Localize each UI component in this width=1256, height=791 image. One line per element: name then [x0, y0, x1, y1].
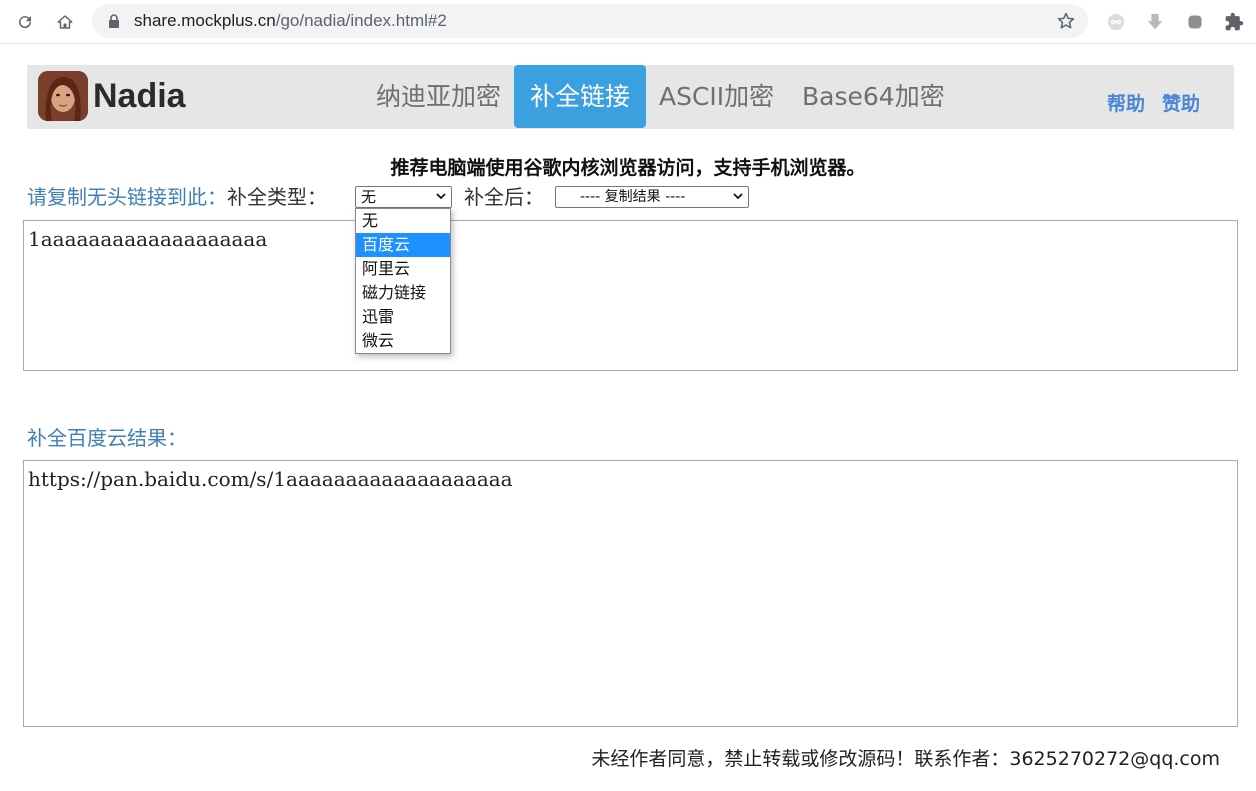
- result-label: 补全百度云结果：: [27, 426, 187, 450]
- logo-text: Nadia: [93, 77, 186, 115]
- help-link[interactable]: 帮助: [1107, 89, 1145, 116]
- address-bar[interactable]: share.mockplus.cn/go/nadia/index.html#2: [92, 4, 1088, 38]
- browser-notice: 推荐电脑端使用谷歌内核浏览器访问，支持手机浏览器。: [390, 157, 866, 179]
- extensions-puzzle-icon[interactable]: [1223, 11, 1245, 33]
- url-host: share.mockplus.cn: [134, 11, 276, 30]
- logo-avatar: [38, 71, 88, 121]
- copy-result-value: ---- 复制结果 ----: [580, 189, 686, 205]
- lock-icon: [109, 14, 119, 28]
- option-aliyun[interactable]: 阿里云: [356, 257, 450, 281]
- form-row: 请复制无头链接到此：补全类型：: [27, 181, 327, 209]
- tab-nadia-encrypt[interactable]: 纳迪亚加密: [360, 65, 517, 128]
- result-textarea[interactable]: https://pan.baidu.com/s/1aaaaaaaaaaaaaaa…: [23, 460, 1238, 727]
- tab-complete-link[interactable]: 补全链接: [514, 65, 647, 128]
- reload-icon[interactable]: [12, 9, 38, 35]
- option-baidu-cloud[interactable]: 百度云: [356, 233, 450, 257]
- link-input-value: 1aaaaaaaaaaaaaaaaaaa: [28, 227, 268, 251]
- link-input-textarea[interactable]: 1aaaaaaaaaaaaaaaaaaa: [23, 220, 1238, 371]
- option-xunlei[interactable]: 迅雷: [356, 305, 450, 329]
- chevron-down-icon: [436, 193, 446, 200]
- completion-type-select[interactable]: 无: [355, 186, 452, 208]
- after-label: 补全后：: [464, 185, 544, 209]
- tab-label: ASCII加密: [659, 82, 775, 111]
- tab-label: Base64加密: [802, 82, 945, 111]
- extension-square-icon[interactable]: [1184, 11, 1206, 33]
- bookmark-star-icon[interactable]: [1056, 11, 1076, 31]
- option-magnet-link[interactable]: 磁力链接: [356, 281, 450, 305]
- extension-download-icon[interactable]: [1144, 11, 1166, 33]
- footer-copyright: 未经作者同意，禁止转载或修改源码！联系作者：3625270272@qq.com: [591, 748, 1220, 770]
- option-none[interactable]: 无: [356, 209, 450, 233]
- result-value: https://pan.baidu.com/s/1aaaaaaaaaaaaaaa…: [28, 467, 513, 491]
- browser-toolbar: share.mockplus.cn/go/nadia/index.html#2: [0, 0, 1256, 44]
- chevron-down-icon: [733, 193, 743, 200]
- option-weiyun[interactable]: 微云: [356, 329, 450, 353]
- paste-label: 请复制无头链接到此：: [27, 185, 227, 209]
- home-icon[interactable]: [52, 9, 78, 35]
- tab-label: 纳迪亚加密: [376, 82, 502, 111]
- type-label: 补全类型：: [227, 185, 327, 209]
- url-path: /go/nadia/index.html#2: [275, 11, 447, 30]
- url-text: share.mockplus.cn/go/nadia/index.html#2: [134, 11, 447, 31]
- completion-type-dropdown: 无 百度云 阿里云 磁力链接 迅雷 微云: [355, 208, 451, 354]
- tab-base64-encrypt[interactable]: Base64加密: [786, 65, 961, 128]
- tab-label: 补全链接: [530, 82, 631, 111]
- extension-infinity-icon[interactable]: [1105, 11, 1127, 33]
- site-header: Nadia 纳迪亚加密 补全链接 ASCII加密 Base64加密 帮助 赞助: [27, 65, 1234, 129]
- copy-result-select[interactable]: ---- 复制结果 ----: [555, 186, 749, 208]
- completion-type-value: 无: [361, 188, 377, 206]
- sponsor-link[interactable]: 赞助: [1162, 89, 1200, 116]
- tab-ascii-encrypt[interactable]: ASCII加密: [643, 65, 790, 128]
